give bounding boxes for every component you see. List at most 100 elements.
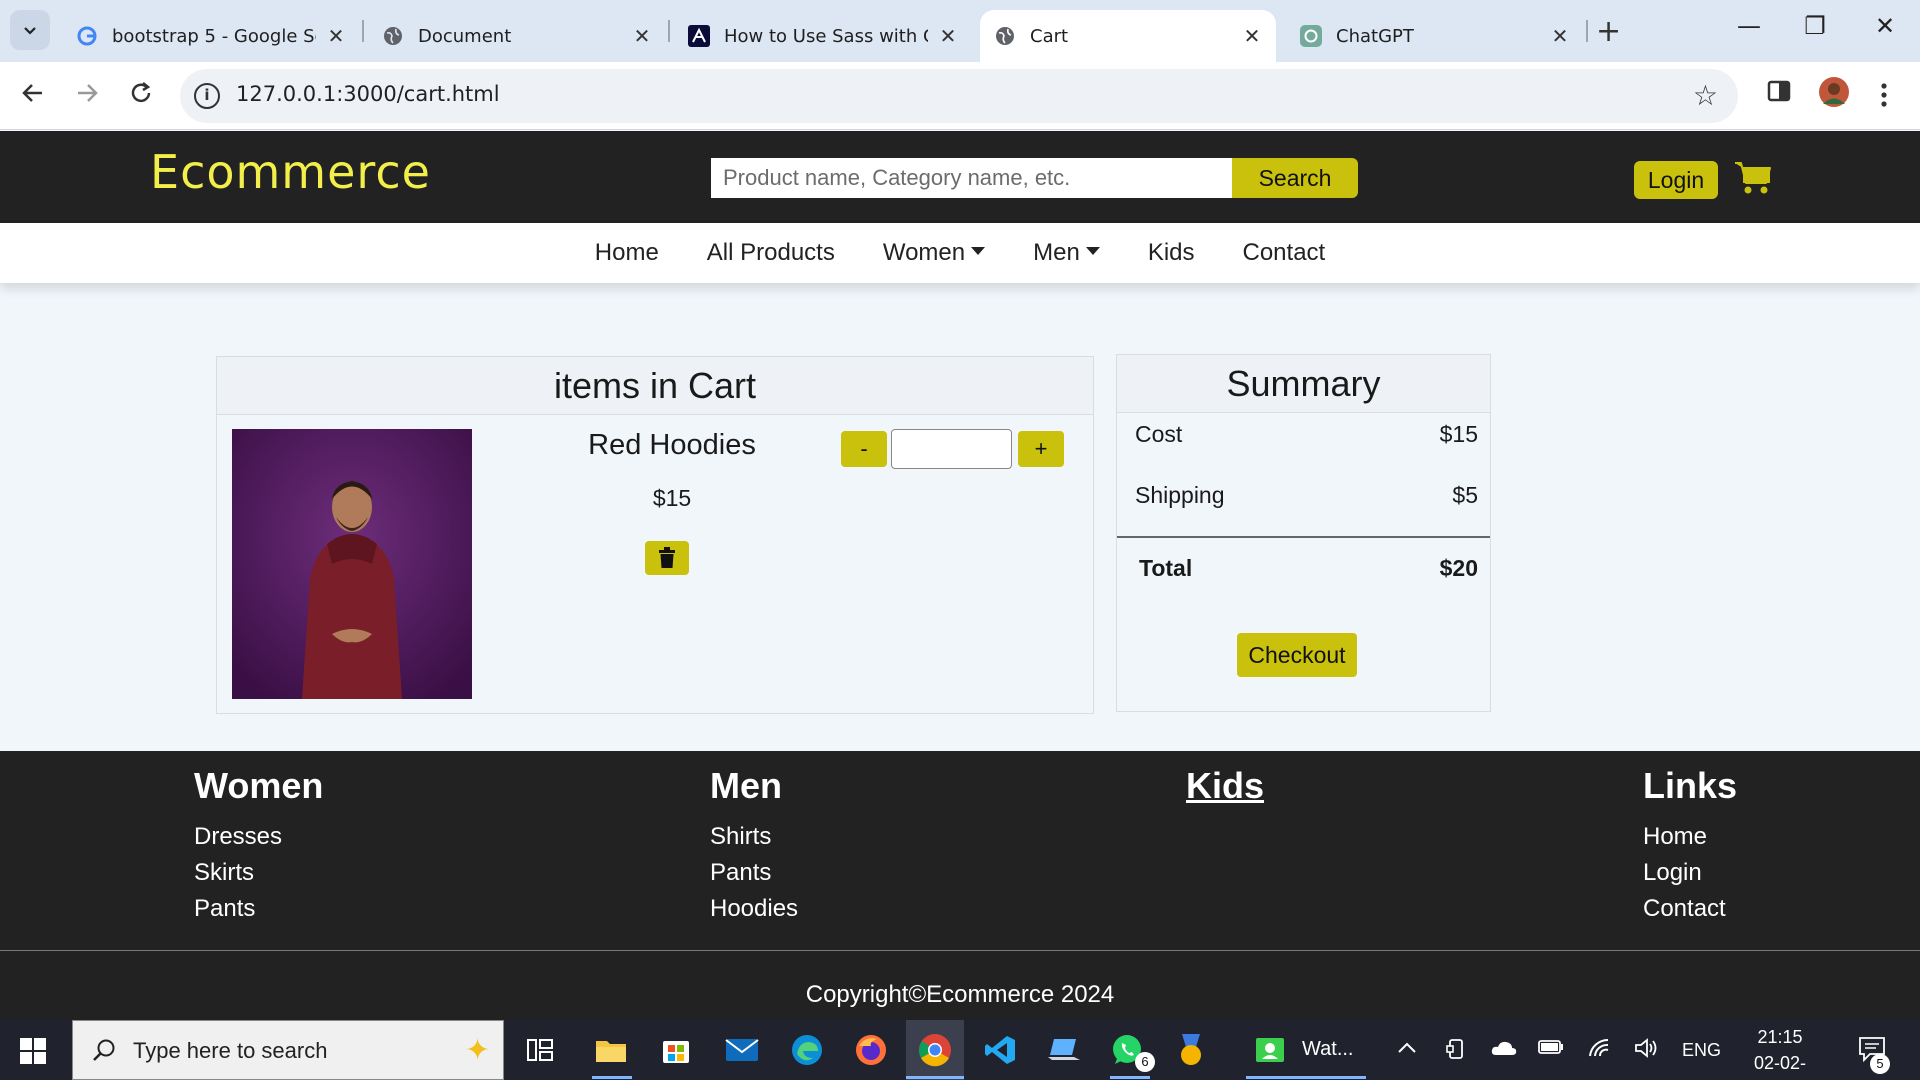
tab-chatgpt[interactable]: ChatGPT ✕: [1286, 10, 1584, 62]
close-icon[interactable]: ✕: [1242, 24, 1262, 48]
microsoft-store-icon[interactable]: [658, 1032, 694, 1068]
minimize-icon[interactable]: —: [1724, 12, 1774, 40]
footer-link[interactable]: Home: [1643, 819, 1737, 855]
site-info-icon[interactable]: i: [194, 83, 220, 109]
language-indicator[interactable]: ENG: [1682, 1040, 1721, 1061]
edge-browser-icon[interactable]: [789, 1032, 825, 1068]
close-icon[interactable]: ✕: [938, 24, 958, 48]
vscode-icon[interactable]: [982, 1032, 1018, 1068]
quantity-input[interactable]: [891, 429, 1012, 469]
nav-women-dropdown[interactable]: Women: [883, 239, 986, 267]
footer-link[interactable]: Login: [1643, 855, 1737, 891]
clock-time: 21:15: [1757, 1027, 1803, 1047]
task-view-icon[interactable]: [522, 1032, 558, 1068]
summary-value: $5: [1452, 482, 1478, 508]
tab-title: ChatGPT: [1336, 25, 1414, 47]
nav-all-products[interactable]: All Products: [707, 239, 835, 267]
bookmark-star-icon[interactable]: ☆: [1693, 79, 1718, 112]
nav-label: Kids: [1147, 239, 1195, 266]
tab-cart[interactable]: Cart ✕: [980, 10, 1276, 62]
footer-column-men: Men Shirts Pants Hoodies: [710, 765, 798, 927]
tab-title: bootstrap 5 - Google Sea: [112, 25, 316, 47]
google-icon: [76, 25, 98, 47]
footer-link[interactable]: Contact: [1643, 891, 1737, 927]
footer-heading-link[interactable]: Kids: [1186, 765, 1264, 807]
product-search-input[interactable]: [711, 158, 1232, 198]
increase-quantity-button[interactable]: +: [1018, 431, 1064, 467]
close-icon[interactable]: ✕: [1550, 24, 1570, 48]
windows-start-icon[interactable]: [20, 1038, 46, 1068]
firefox-icon[interactable]: [853, 1032, 889, 1068]
search-button[interactable]: Search: [1232, 158, 1358, 198]
nav-contact[interactable]: Contact: [1243, 239, 1326, 267]
volume-icon[interactable]: [1634, 1038, 1660, 1063]
footer-link[interactable]: Skirts: [194, 855, 323, 891]
onedrive-cloud-icon[interactable]: [1490, 1038, 1518, 1063]
shopping-cart-icon[interactable]: [1733, 159, 1773, 199]
tab-title: How to Use Sass with CS: [724, 25, 928, 47]
footer-link[interactable]: Dresses: [194, 819, 323, 855]
login-button[interactable]: Login: [1634, 161, 1718, 199]
medal-app-icon[interactable]: [1173, 1032, 1209, 1068]
site-header: Ecommerce Search Login: [0, 131, 1920, 223]
whatsapp-window-label[interactable]: Wat...: [1302, 1038, 1353, 1061]
laptop-app-icon[interactable]: [1047, 1032, 1083, 1068]
taskbar-search-box[interactable]: Type here to search ✦: [72, 1020, 504, 1080]
summary-label: Cost: [1135, 421, 1183, 447]
footer-link[interactable]: Pants: [194, 891, 323, 927]
summary-row-total: Total $20: [1139, 555, 1478, 582]
footer-divider: [0, 950, 1920, 951]
summary-panel: Summary Cost $15 Shipping $5 Total $20 C…: [1116, 354, 1491, 712]
tab-google[interactable]: bootstrap 5 - Google Sea ✕: [62, 10, 360, 62]
forward-arrow-icon[interactable]: [74, 80, 100, 112]
caret-down-icon: [971, 247, 986, 255]
battery-icon[interactable]: [1538, 1038, 1564, 1061]
globe-icon: [994, 25, 1016, 47]
tab-separator: [1586, 20, 1588, 42]
taskbar-clock[interactable]: 21:15 02-02-2024: [1740, 1024, 1820, 1080]
tab-sass[interactable]: How to Use Sass with CS ✕: [674, 10, 972, 62]
close-icon[interactable]: ✕: [326, 24, 346, 48]
restore-icon[interactable]: ❐: [1790, 12, 1840, 40]
meet-now-icon[interactable]: [1446, 1038, 1466, 1065]
nav-label: Home: [594, 239, 659, 266]
address-bar[interactable]: i 127.0.0.1:3000/cart.html ☆: [180, 69, 1738, 123]
side-panel-icon[interactable]: [1766, 78, 1792, 108]
summary-row-cost: Cost $15: [1135, 421, 1478, 448]
reload-icon[interactable]: [128, 80, 154, 112]
nav-men-dropdown[interactable]: Men: [1033, 239, 1100, 267]
footer-link[interactable]: Hoodies: [710, 891, 798, 927]
decrease-quantity-button[interactable]: -: [841, 431, 887, 467]
brand-logo[interactable]: Ecommerce: [150, 145, 431, 199]
nav-home[interactable]: Home: [595, 239, 659, 267]
checkout-button[interactable]: Checkout: [1237, 633, 1357, 677]
active-app-indicator: [906, 1076, 964, 1079]
tab-search-button[interactable]: [10, 10, 50, 50]
profile-avatar[interactable]: [1818, 76, 1850, 112]
wifi-icon[interactable]: [1588, 1038, 1612, 1063]
footer-link[interactable]: Shirts: [710, 819, 798, 855]
cart-panel: items in Cart Red Hoodies $15 - +: [216, 356, 1094, 714]
close-icon[interactable]: ✕: [632, 24, 652, 48]
trash-icon: [659, 547, 675, 568]
close-window-icon[interactable]: ✕: [1860, 12, 1910, 40]
nav-kids[interactable]: Kids: [1148, 239, 1195, 267]
file-explorer-icon[interactable]: [593, 1032, 629, 1068]
menu-dots-icon[interactable]: [1880, 82, 1888, 112]
chrome-icon[interactable]: [917, 1032, 953, 1068]
browser-toolbar: i 127.0.0.1:3000/cart.html ☆: [0, 62, 1920, 130]
main-nav: Home All Products Women Men Kids Contact: [0, 223, 1920, 283]
total-value: $20: [1439, 555, 1478, 581]
back-arrow-icon[interactable]: [20, 80, 46, 112]
footer-column-links: Links Home Login Contact: [1643, 765, 1737, 927]
tab-document[interactable]: Document ✕: [368, 10, 666, 62]
chevron-up-icon[interactable]: [1396, 1038, 1418, 1063]
whatsapp-web-icon[interactable]: [1252, 1032, 1288, 1068]
remove-item-button[interactable]: [645, 541, 689, 575]
new-tab-icon[interactable]: +: [1596, 14, 1621, 49]
summary-value: $15: [1439, 421, 1478, 447]
summary-divider: [1117, 536, 1490, 538]
mail-icon[interactable]: [724, 1032, 760, 1068]
footer-link[interactable]: Pants: [710, 855, 798, 891]
taskbar-search-placeholder: Type here to search: [133, 1038, 328, 1063]
